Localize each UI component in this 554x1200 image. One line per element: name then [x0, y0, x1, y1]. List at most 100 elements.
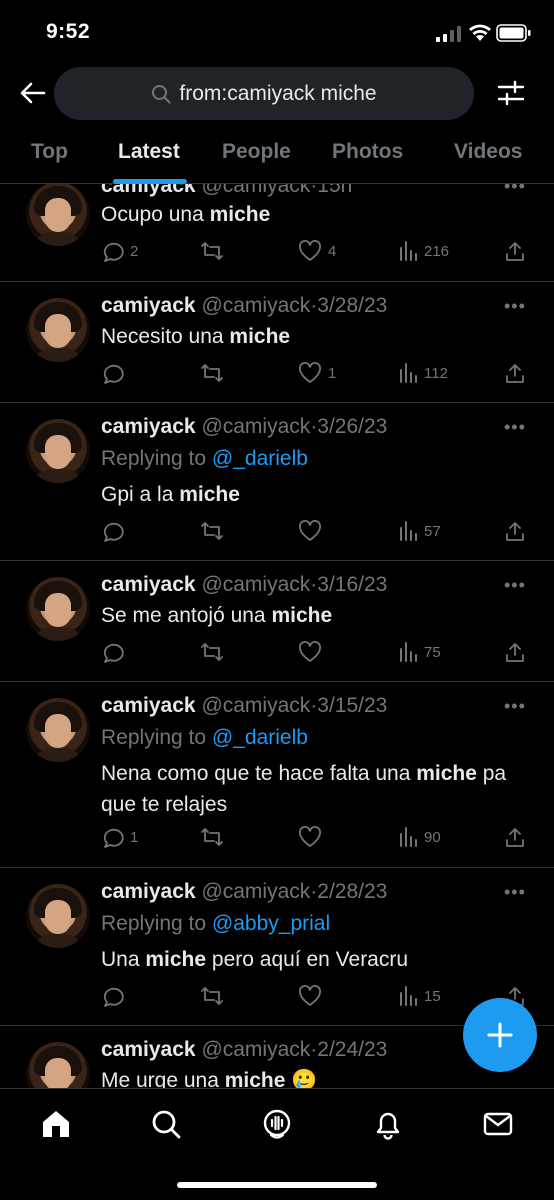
search-icon[interactable]: [149, 1107, 183, 1141]
author-name[interactable]: camiyack: [101, 415, 196, 438]
views-chart-icon: [400, 363, 417, 383]
reply-button[interactable]: [102, 985, 130, 1007]
like-button[interactable]: 4: [298, 240, 336, 262]
tab-latest[interactable]: Latest: [118, 140, 180, 164]
reply-to-handle[interactable]: @abby_prial: [212, 912, 330, 935]
tweet-actions: 1 112: [0, 362, 554, 388]
tab-videos[interactable]: Videos: [454, 140, 522, 164]
home-indicator: [177, 1182, 377, 1188]
filter-settings-icon[interactable]: [496, 78, 526, 108]
replying-to: Replying to @abby_prial: [101, 912, 331, 935]
avatar[interactable]: [26, 698, 90, 762]
messages-icon[interactable]: [481, 1107, 515, 1141]
more-options-icon[interactable]: •••: [504, 882, 526, 903]
views-button[interactable]: 15: [398, 985, 441, 1007]
tab-people[interactable]: People: [222, 140, 291, 164]
views-button[interactable]: 216: [398, 240, 449, 262]
author-name[interactable]: camiyack: [101, 294, 196, 317]
retweet-icon: [201, 364, 223, 382]
avatar[interactable]: [26, 419, 90, 483]
reply-icon: [103, 242, 124, 262]
views-button[interactable]: 112: [398, 362, 448, 384]
tweet-actions: 1 90: [0, 826, 554, 852]
plus-icon: [487, 1022, 513, 1048]
share-button[interactable]: [504, 826, 526, 848]
more-options-icon[interactable]: •••: [504, 575, 526, 596]
notifications-icon[interactable]: [371, 1107, 405, 1141]
tweet-time: 3/15/23: [317, 694, 388, 717]
retweet-button[interactable]: [200, 520, 230, 542]
retweet-icon: [201, 987, 223, 1005]
author-name[interactable]: camiyack: [101, 573, 196, 596]
reply-to-handle[interactable]: @_darielb: [212, 447, 308, 470]
tweet[interactable]: camiyack @camiyack·3/16/23 ••• Se me ant…: [0, 561, 554, 682]
view-count: 57: [424, 522, 441, 540]
search-input[interactable]: from:camiyack miche: [54, 67, 474, 120]
retweet-button[interactable]: [200, 641, 230, 663]
replying-to: Replying to @_darielb: [101, 447, 308, 470]
like-button[interactable]: 1: [298, 362, 336, 384]
author-name[interactable]: camiyack: [101, 184, 196, 197]
tweet[interactable]: camiyack @camiyack·3/28/23 ••• Necesito …: [0, 282, 554, 403]
more-options-icon[interactable]: •••: [504, 296, 526, 317]
tweet-time: 15h: [317, 184, 353, 197]
reply-button[interactable]: 2: [102, 240, 138, 262]
tweet-text: Nena como que te hace falta una miche pa…: [101, 762, 507, 816]
reply-to-handle[interactable]: @_darielb: [212, 726, 308, 749]
back-arrow-icon[interactable]: [18, 78, 48, 108]
avatar[interactable]: [26, 884, 90, 948]
share-button[interactable]: [504, 240, 526, 262]
tweet-text: Una miche pero aquí en Veracru: [101, 948, 409, 971]
reply-button[interactable]: [102, 641, 130, 663]
author-handle: @camiyack: [201, 694, 311, 717]
tweet-time: 3/26/23: [317, 415, 388, 438]
heart-icon: [299, 985, 321, 1006]
retweet-button[interactable]: [200, 826, 230, 848]
spaces-icon[interactable]: [260, 1107, 294, 1141]
more-options-icon[interactable]: •••: [504, 696, 526, 717]
share-button[interactable]: [504, 520, 526, 542]
avatar[interactable]: [26, 1042, 90, 1088]
retweet-icon: [201, 828, 223, 846]
like-button[interactable]: [298, 826, 328, 848]
retweet-button[interactable]: [200, 362, 230, 384]
reply-button[interactable]: 1: [102, 826, 138, 848]
more-options-icon[interactable]: •••: [504, 184, 526, 197]
tab-top[interactable]: Top: [31, 140, 68, 164]
heart-icon: [299, 240, 321, 261]
like-button[interactable]: [298, 520, 328, 542]
tweet[interactable]: camiyack @camiyack·2/28/23 ••• Replying …: [0, 868, 554, 1026]
compose-tweet-button[interactable]: [463, 998, 537, 1072]
views-button[interactable]: 90: [398, 826, 441, 848]
author-handle: @camiyack: [201, 415, 311, 438]
author-name[interactable]: camiyack: [101, 1038, 196, 1061]
reply-button[interactable]: [102, 520, 130, 542]
author-name[interactable]: camiyack: [101, 880, 196, 903]
heart-icon: [299, 520, 321, 541]
tweet-actions: 75: [0, 641, 554, 667]
views-chart-icon: [400, 642, 417, 662]
reply-button[interactable]: [102, 362, 130, 384]
tweet[interactable]: camiyack @camiyack·15h ••• Ocupo una mic…: [0, 184, 554, 282]
retweet-button[interactable]: [200, 240, 230, 262]
author-name[interactable]: camiyack: [101, 694, 196, 717]
retweet-button[interactable]: [200, 985, 230, 1007]
tab-photos[interactable]: Photos: [332, 140, 403, 164]
views-button[interactable]: 75: [398, 641, 441, 663]
share-button[interactable]: [504, 362, 526, 384]
tweet-time: 3/16/23: [317, 573, 388, 596]
avatar[interactable]: [26, 577, 90, 641]
avatar[interactable]: [26, 184, 90, 246]
battery-icon: [496, 24, 531, 42]
heart-icon: [299, 826, 321, 847]
like-button[interactable]: [298, 641, 328, 663]
like-button[interactable]: [298, 985, 328, 1007]
share-button[interactable]: [504, 641, 526, 663]
tweet-actions: 15: [0, 985, 554, 1011]
avatar[interactable]: [26, 298, 90, 362]
views-button[interactable]: 57: [398, 520, 441, 542]
more-options-icon[interactable]: •••: [504, 417, 526, 438]
tweet[interactable]: camiyack @camiyack·3/15/23 ••• Replying …: [0, 682, 554, 868]
tweet[interactable]: camiyack @camiyack·3/26/23 ••• Replying …: [0, 403, 554, 561]
home-icon[interactable]: [39, 1107, 73, 1141]
